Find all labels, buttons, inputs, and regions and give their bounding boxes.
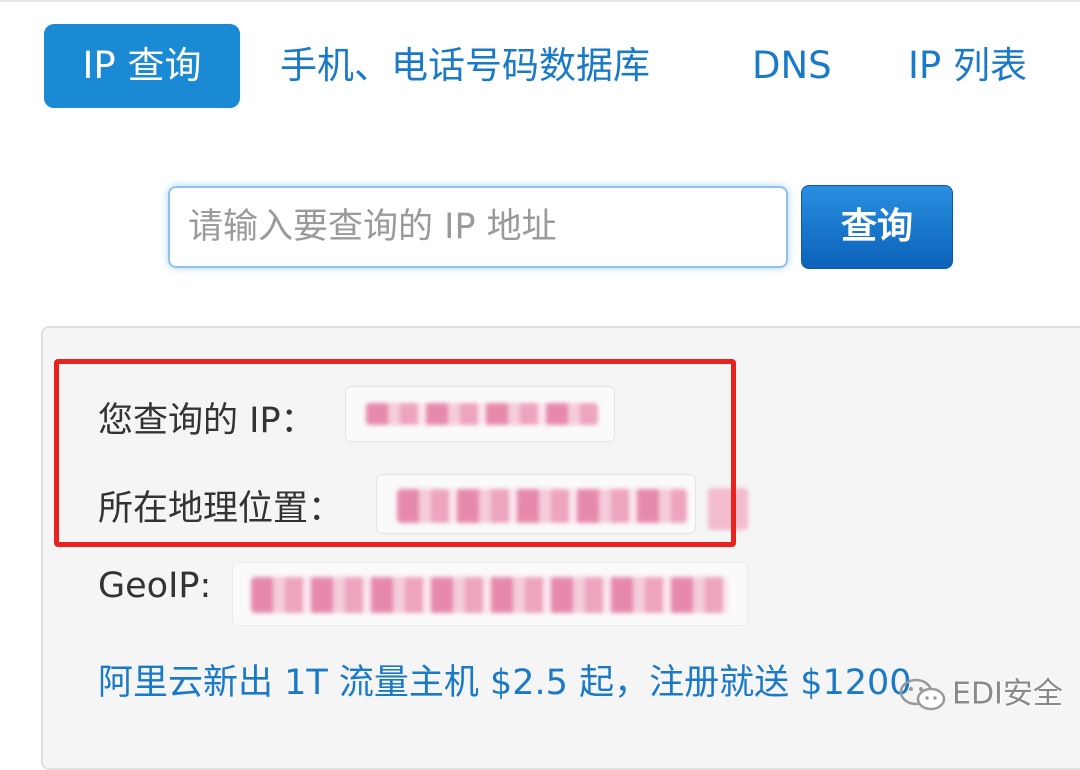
highlight-box xyxy=(54,359,736,547)
wechat-icon xyxy=(899,678,946,710)
tab-dns[interactable]: DNS xyxy=(752,24,832,108)
query-button[interactable]: 查询 xyxy=(801,185,953,269)
ip-search-input[interactable] xyxy=(168,186,788,268)
redaction-mask xyxy=(251,577,729,613)
geoip-label: GeoIP: xyxy=(98,566,212,606)
tab-ip-query[interactable]: IP 查询 xyxy=(44,24,240,108)
watermark: EDI安全 xyxy=(898,672,1063,716)
geoip-value-redacted xyxy=(232,562,748,626)
tab-ip-list[interactable]: IP 列表 xyxy=(908,24,1027,108)
watermark-text: EDI安全 xyxy=(952,676,1063,712)
promo-link[interactable]: 阿里云新出 1T 流量主机 $2.5 起，注册就送 $1200 xyxy=(98,654,912,705)
nav-tabs: IP 查询 手机、电话号码数据库 DNS IP 列表 xyxy=(0,0,1080,120)
tab-phone-database[interactable]: 手机、电话号码数据库 xyxy=(280,24,650,108)
